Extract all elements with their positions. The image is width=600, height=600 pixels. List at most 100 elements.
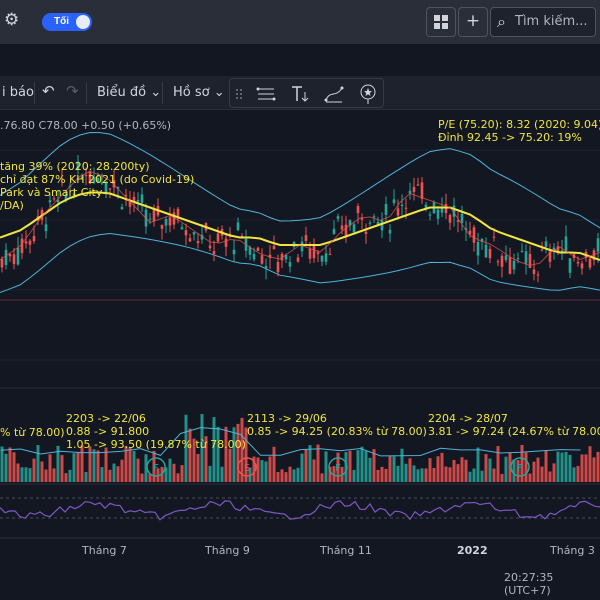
alerts-label[interactable]: i báo bbox=[2, 85, 34, 100]
volume-bar bbox=[108, 469, 112, 482]
theme-toggle[interactable]: Tối bbox=[42, 13, 92, 31]
favorite-pin-icon[interactable] bbox=[356, 82, 380, 106]
text-tool-icon[interactable] bbox=[288, 82, 312, 106]
signal-marker-letter: F bbox=[335, 463, 341, 474]
volume-bar bbox=[216, 426, 220, 482]
volume-bar bbox=[452, 459, 456, 482]
candle-body bbox=[372, 216, 376, 218]
candle-body bbox=[120, 207, 124, 210]
volume-bar bbox=[316, 444, 320, 482]
volume-bar bbox=[140, 473, 144, 482]
undo-icon[interactable]: ↶ bbox=[42, 82, 55, 100]
path-tool-icon[interactable] bbox=[322, 82, 346, 106]
volume-bar bbox=[256, 457, 260, 482]
search-box[interactable]: ⌕ bbox=[490, 7, 596, 37]
redo-icon[interactable]: ↷ bbox=[66, 82, 79, 100]
volume-bar bbox=[272, 446, 276, 482]
candle-body bbox=[380, 220, 384, 231]
toolbar-divider bbox=[34, 82, 35, 104]
candle-body bbox=[148, 218, 152, 220]
candle-body bbox=[328, 253, 332, 255]
drag-handle-icon[interactable] bbox=[234, 82, 244, 106]
candle-body bbox=[472, 227, 476, 243]
volume-bar bbox=[476, 447, 480, 482]
volume-bar bbox=[568, 454, 572, 482]
candle-body bbox=[368, 222, 372, 224]
volume-bar bbox=[544, 450, 548, 482]
layout-grid-button[interactable] bbox=[426, 7, 456, 37]
x-axis-label: 2022 bbox=[457, 544, 488, 557]
volume-bar bbox=[408, 458, 412, 482]
search-input[interactable] bbox=[515, 14, 595, 29]
volume-bar bbox=[392, 456, 396, 482]
volume-bar bbox=[28, 468, 32, 482]
candle-body bbox=[596, 238, 600, 252]
volume-bar bbox=[580, 454, 584, 482]
volume-bar bbox=[472, 468, 476, 482]
volume-bar bbox=[88, 446, 92, 482]
candle-body bbox=[32, 236, 36, 242]
peak-drawdown-label: Đỉnh 92.45 -> 75.20: 19% bbox=[438, 131, 582, 144]
add-button[interactable]: + bbox=[458, 7, 488, 37]
candle-body bbox=[384, 204, 388, 215]
volume-bar bbox=[352, 469, 356, 482]
volume-bar bbox=[384, 468, 388, 482]
volume-bar bbox=[308, 445, 312, 482]
candle-body bbox=[44, 224, 48, 232]
candle-body bbox=[272, 245, 276, 250]
rsi-pane bbox=[0, 497, 600, 521]
candle-body bbox=[224, 238, 228, 247]
volume-bar bbox=[4, 453, 8, 482]
volume-bar bbox=[52, 468, 56, 482]
volume-bar bbox=[292, 469, 296, 482]
volume-bar bbox=[388, 456, 392, 482]
candle-body bbox=[164, 218, 168, 226]
volume-bar bbox=[404, 463, 408, 482]
volume-bar bbox=[564, 451, 568, 482]
annotation-line: 0.88 -> 91.800 bbox=[66, 425, 150, 438]
volume-bar bbox=[376, 469, 380, 482]
chart-menu[interactable]: Biểu đồ ⌄ bbox=[97, 85, 161, 100]
volume-bar bbox=[500, 473, 504, 482]
candle-body bbox=[344, 224, 348, 237]
candle-body bbox=[180, 227, 184, 230]
lines-tool-icon[interactable] bbox=[254, 82, 278, 106]
volume-bar bbox=[100, 467, 104, 482]
candle-body bbox=[196, 240, 200, 244]
volume-bar bbox=[264, 461, 268, 482]
candle-body bbox=[0, 259, 4, 268]
top-bar: ⚙ Tối + ⌕ bbox=[0, 0, 600, 44]
signal-marker-letter: F bbox=[517, 463, 523, 474]
candle-body bbox=[264, 266, 268, 269]
signal-marker-letter: F bbox=[153, 463, 159, 474]
candle-body bbox=[428, 214, 432, 216]
volume-bar bbox=[12, 452, 16, 482]
volume-bar bbox=[228, 448, 232, 482]
search-icon: ⌕ bbox=[497, 12, 506, 31]
volume-bar bbox=[536, 457, 540, 482]
volume-bar bbox=[320, 473, 324, 482]
volume-bar bbox=[92, 449, 96, 482]
volume-bar bbox=[424, 468, 428, 482]
candle-body bbox=[8, 253, 12, 257]
candle-body bbox=[232, 249, 236, 255]
candle-body bbox=[568, 258, 572, 273]
candle-body bbox=[216, 233, 220, 242]
volume-bar bbox=[60, 455, 64, 482]
x-axis-label: Tháng 7 bbox=[82, 544, 127, 557]
gear-icon[interactable]: ⚙ bbox=[4, 10, 19, 30]
volume-bar bbox=[288, 466, 292, 482]
toggle-knob bbox=[76, 15, 90, 29]
profile-menu[interactable]: Hồ sơ ⌄ bbox=[173, 85, 225, 100]
candle-body bbox=[208, 245, 212, 249]
note-line: chỉ đạt 87% KH 2021 (do Covid-19) bbox=[0, 173, 195, 186]
volume-bar bbox=[400, 448, 404, 482]
volume-bar bbox=[180, 465, 184, 482]
volume-bar bbox=[532, 461, 536, 482]
signal-marker-letter: S bbox=[244, 463, 250, 474]
candle-body bbox=[188, 238, 192, 242]
candle-body bbox=[560, 250, 564, 252]
candle-body bbox=[260, 255, 264, 264]
candle-body bbox=[532, 269, 536, 274]
candle-body bbox=[136, 200, 140, 202]
